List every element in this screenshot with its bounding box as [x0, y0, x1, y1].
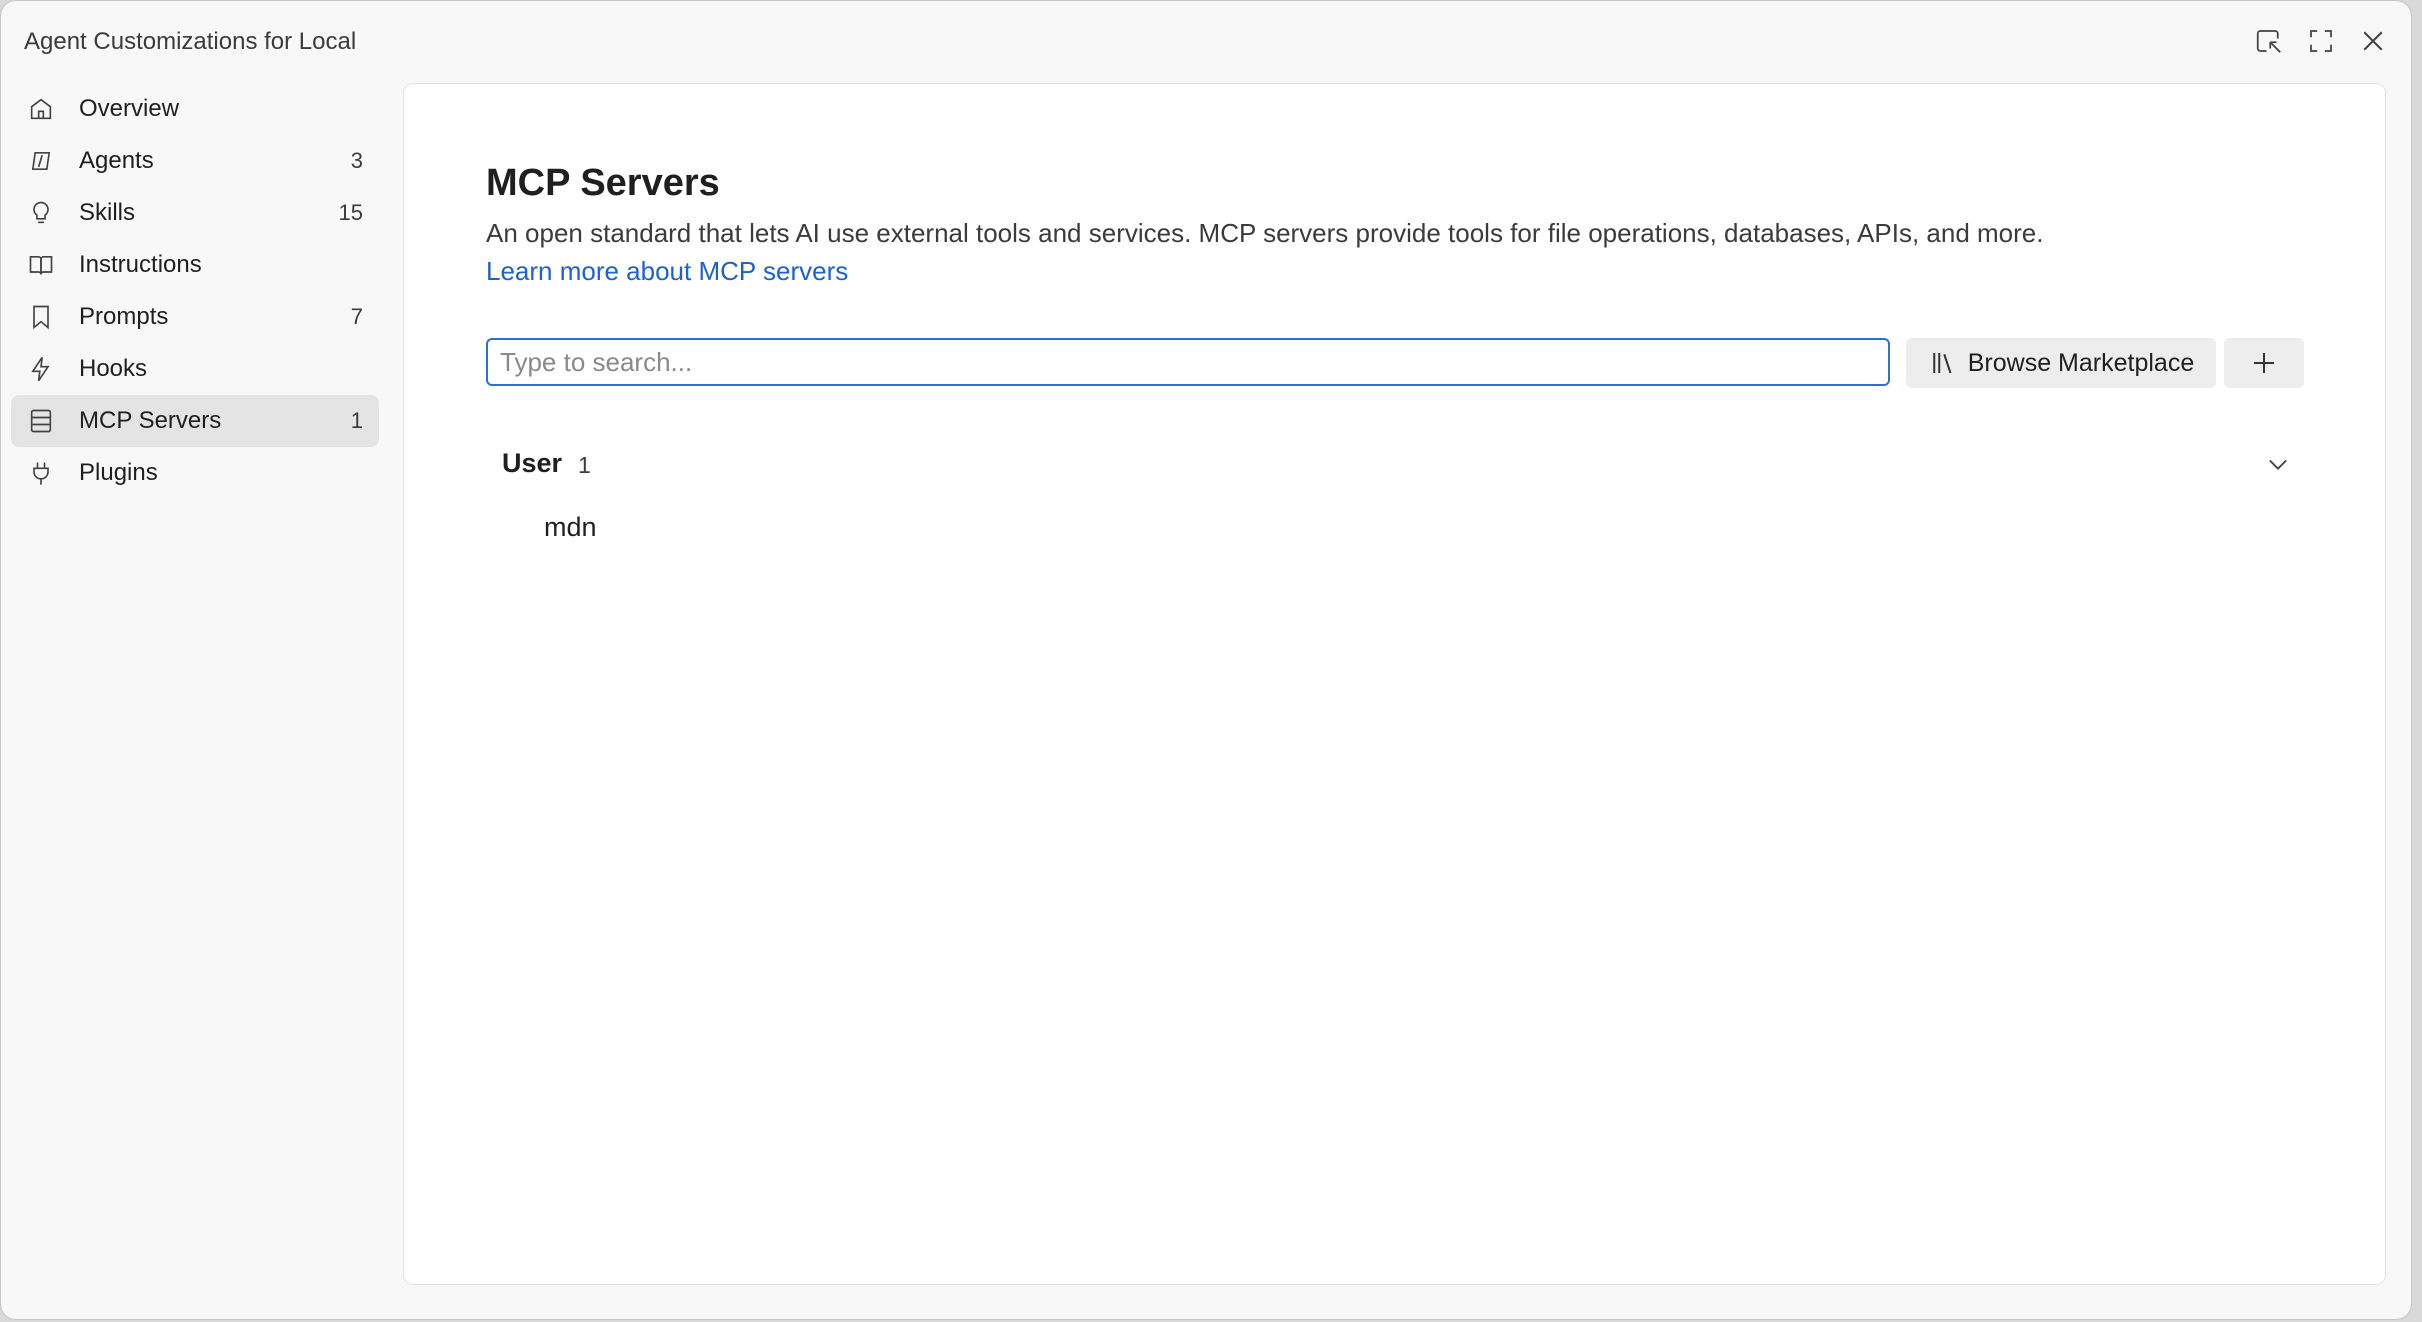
- close-icon: [2363, 31, 2383, 51]
- window-actions: [2253, 25, 2389, 57]
- open-in-editor-button[interactable]: [2253, 25, 2285, 57]
- plus-icon: [2254, 353, 2274, 373]
- sidebar-item-label: Agents: [79, 147, 154, 174]
- list-item[interactable]: mdn: [544, 512, 597, 543]
- home-icon: [27, 95, 55, 123]
- bookmark-icon: [27, 303, 55, 331]
- close-button[interactable]: [2357, 25, 2389, 57]
- search-input[interactable]: [488, 340, 1888, 384]
- group-name: User: [502, 448, 563, 478]
- sidebar-item-label: Skills: [79, 199, 136, 226]
- sidebar-item-prompts[interactable]: Prompts 7: [11, 291, 379, 343]
- sidebar-item-count: 15: [338, 200, 363, 225]
- plug-icon: [27, 459, 55, 487]
- sidebar-item-label: Plugins: [79, 459, 158, 486]
- customizations-window: Agent Customizations for Local Overview: [0, 0, 2412, 1320]
- page-description: An open standard that lets AI use extern…: [486, 218, 2044, 248]
- browse-marketplace-label: Browse Marketplace: [1967, 348, 2195, 377]
- add-server-button[interactable]: [2224, 338, 2304, 388]
- group-count: 1: [578, 452, 591, 478]
- chevron-down-icon: [2269, 459, 2287, 470]
- sidebar-nav: Overview Agents 3 Skills 15 Instructions: [11, 83, 379, 499]
- book-icon: [27, 251, 55, 279]
- page-title: MCP Servers: [486, 162, 720, 204]
- open-in-editor-icon: [2256, 30, 2281, 53]
- window-title: Agent Customizations for Local: [24, 28, 357, 55]
- sidebar-item-count: 1: [350, 408, 363, 433]
- library-icon: [1933, 353, 1952, 374]
- search-field[interactable]: [486, 338, 1890, 386]
- sidebar-item-label: Prompts: [79, 303, 169, 330]
- sidebar-item-agents[interactable]: Agents 3: [11, 135, 379, 187]
- server-icon: [27, 407, 55, 435]
- browse-marketplace-button[interactable]: Browse Marketplace: [1906, 338, 2216, 388]
- sidebar-item-label: Instructions: [79, 251, 202, 278]
- sidebar-item-label: MCP Servers: [79, 407, 222, 434]
- sidebar-item-count: 7: [350, 304, 363, 329]
- sidebar-item-overview[interactable]: Overview: [11, 83, 379, 135]
- agents-icon: [27, 147, 55, 175]
- sidebar-item-label: Overview: [79, 95, 180, 122]
- sidebar-item-instructions[interactable]: Instructions: [11, 239, 379, 291]
- main-panel: MCP Servers An open standard that lets A…: [403, 83, 2386, 1285]
- learn-more-link[interactable]: Learn more about MCP servers: [486, 256, 848, 287]
- sidebar-item-hooks[interactable]: Hooks: [11, 343, 379, 395]
- maximize-button[interactable]: [2305, 25, 2337, 57]
- sidebar-item-plugins[interactable]: Plugins: [11, 447, 379, 499]
- sidebar-item-label: Hooks: [79, 355, 148, 382]
- lightbulb-icon: [27, 199, 55, 227]
- sidebar-item-count: 3: [350, 148, 363, 173]
- group-header-user[interactable]: User 1: [502, 444, 2292, 484]
- lightning-icon: [27, 355, 55, 383]
- sidebar-item-mcp-servers[interactable]: MCP Servers 1: [11, 395, 379, 447]
- sidebar-item-skills[interactable]: Skills 15: [11, 187, 379, 239]
- maximize-icon: [2310, 30, 2332, 52]
